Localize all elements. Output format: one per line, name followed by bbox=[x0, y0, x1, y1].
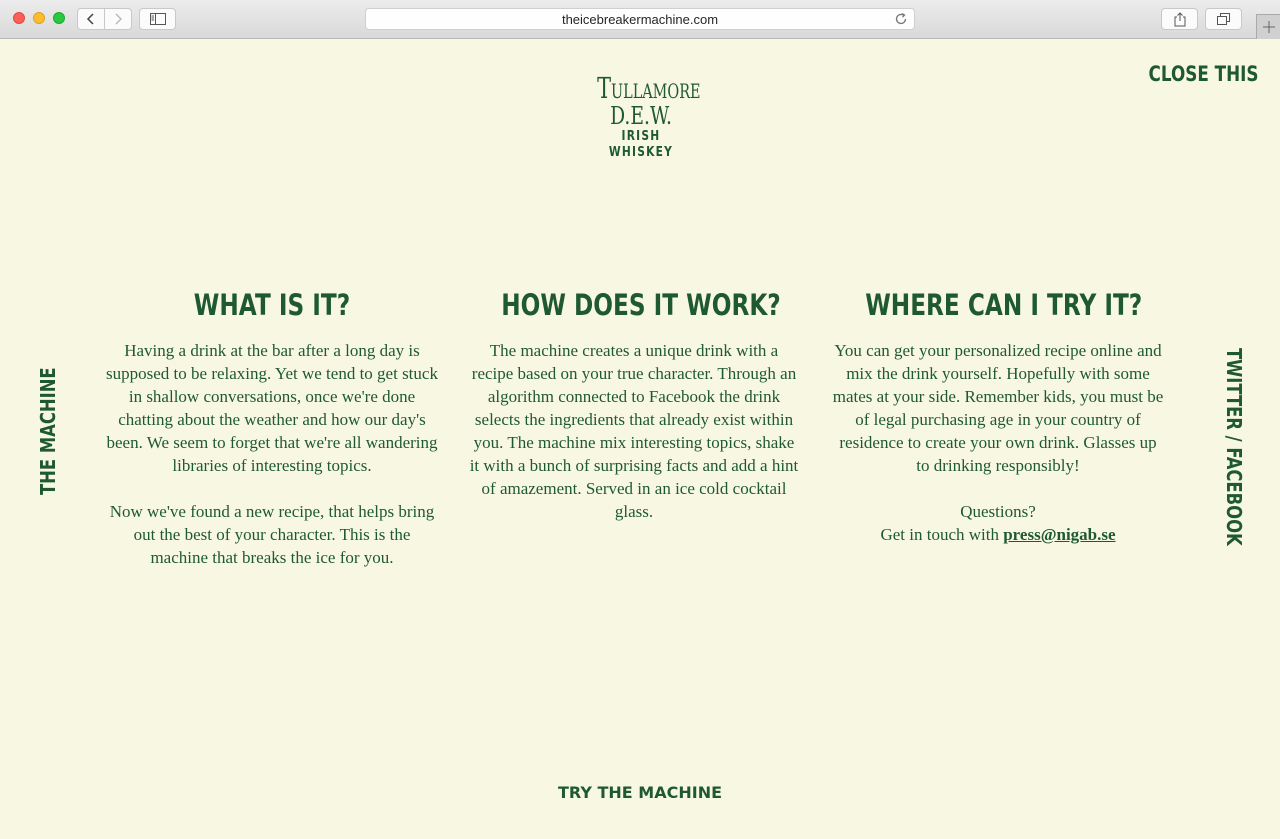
column-paragraph: You can get your personalized recipe onl… bbox=[832, 341, 1164, 475]
logo-brand-name: Tullamore bbox=[597, 71, 701, 105]
sidebar-toggle-button[interactable] bbox=[139, 8, 176, 30]
the-machine-link[interactable]: THE MACHINE bbox=[36, 367, 60, 495]
social-links[interactable]: TWITTER / FACEBOOK bbox=[1222, 348, 1246, 546]
browser-toolbar: theicebreakermachine.com bbox=[0, 0, 1280, 39]
column-paragraph: The machine creates a unique drink with … bbox=[469, 341, 799, 521]
try-the-machine-link[interactable]: TRY THE MACHINE bbox=[558, 783, 722, 802]
minimize-window-button[interactable] bbox=[33, 12, 45, 24]
column-heading: WHERE CAN I TRY IT? bbox=[865, 288, 1143, 322]
chevron-left-icon bbox=[86, 13, 94, 25]
share-icon bbox=[1174, 11, 1185, 26]
new-tab-button[interactable] bbox=[1256, 14, 1280, 39]
logo-brand-initials: D.E.W. bbox=[610, 102, 672, 130]
sidebar-icon bbox=[149, 13, 166, 25]
try-the-machine-container: TRY THE MACHINE bbox=[0, 783, 1280, 803]
address-bar[interactable]: theicebreakermachine.com bbox=[365, 8, 915, 30]
close-window-button[interactable] bbox=[13, 12, 25, 24]
close-this-link[interactable]: CLOSE THIS bbox=[1149, 62, 1259, 86]
column-what-is-it: WHAT IS IT? Having a drink at the bar af… bbox=[104, 285, 440, 569]
column-how-does-it-work: HOW DOES IT WORK? The machine creates a … bbox=[468, 285, 800, 523]
plus-icon bbox=[1262, 21, 1275, 33]
logo-tagline: IRISH WHISKEY bbox=[608, 129, 674, 160]
column-heading: HOW DOES IT WORK? bbox=[501, 288, 781, 322]
forward-button[interactable] bbox=[104, 8, 132, 30]
share-button[interactable] bbox=[1161, 8, 1198, 30]
column-heading: WHAT IS IT? bbox=[193, 288, 351, 322]
questions-label: Questions? bbox=[960, 502, 1036, 521]
tullamore-dew-logo[interactable]: Tullamore D.E.W. IRISH WHISKEY bbox=[580, 73, 702, 161]
show-tabs-button[interactable] bbox=[1205, 8, 1242, 30]
contact-prefix: Get in touch with bbox=[880, 525, 1004, 544]
zoom-window-button[interactable] bbox=[53, 12, 65, 24]
contact-paragraph: Questions? Get in touch with press@nigab… bbox=[832, 500, 1164, 546]
reload-icon[interactable] bbox=[894, 12, 908, 26]
column-where-can-i-try-it: WHERE CAN I TRY IT? You can get your per… bbox=[832, 285, 1164, 546]
press-email-link[interactable]: press@nigab.se bbox=[1003, 525, 1115, 544]
tabs-icon bbox=[1216, 13, 1230, 25]
back-button[interactable] bbox=[77, 8, 105, 30]
column-paragraph: Having a drink at the bar after a long d… bbox=[106, 341, 438, 475]
url-text: theicebreakermachine.com bbox=[561, 12, 719, 27]
column-paragraph: Now we've found a new recipe, that helps… bbox=[109, 502, 435, 567]
page-content: Tullamore D.E.W. IRISH WHISKEY CLOSE THI… bbox=[0, 39, 1280, 839]
chevron-right-icon bbox=[115, 13, 123, 25]
